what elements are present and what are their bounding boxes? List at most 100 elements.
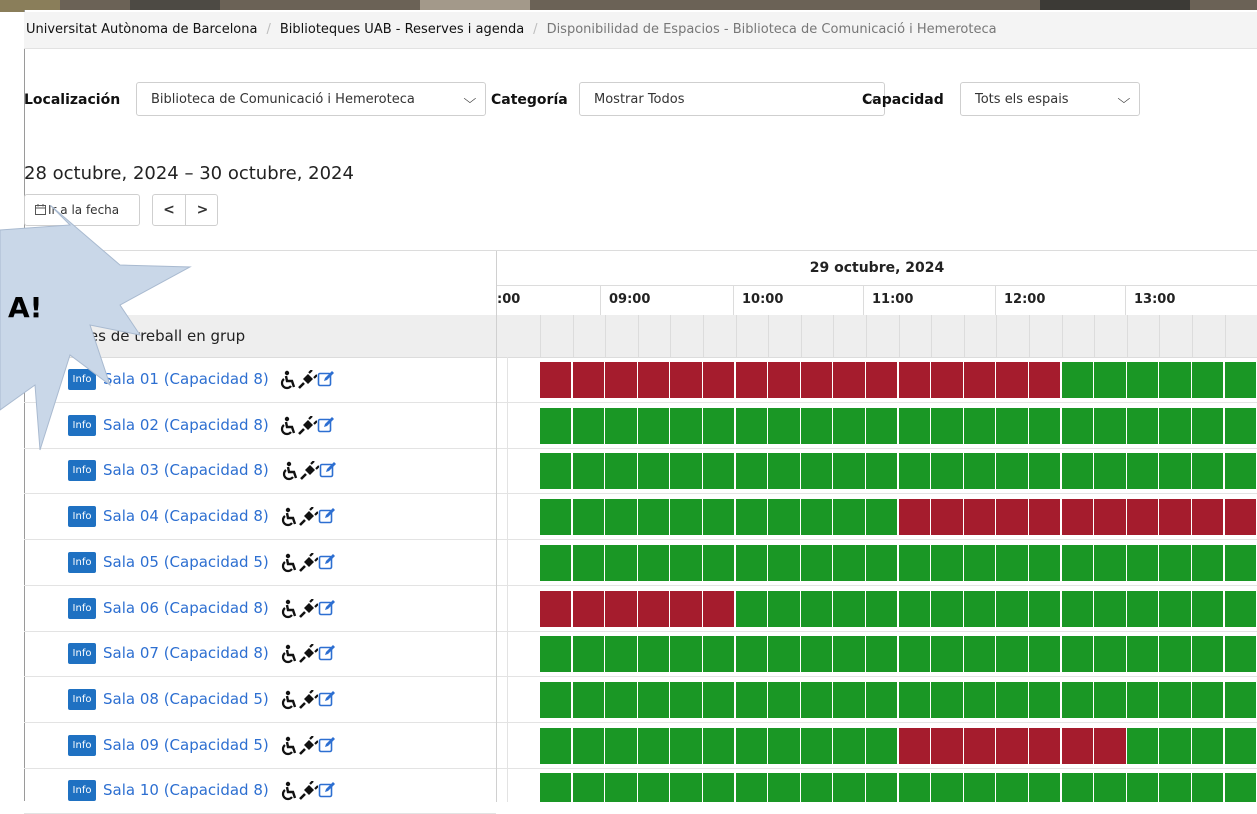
slot-available[interactable]: [1159, 727, 1191, 764]
slot-available[interactable]: [931, 590, 963, 627]
slot-available[interactable]: [866, 544, 898, 581]
info-button[interactable]: Info: [68, 688, 96, 710]
slot-available[interactable]: [931, 453, 963, 490]
slot-available[interactable]: [605, 407, 637, 444]
slot-available[interactable]: [540, 727, 572, 764]
slot-available[interactable]: [1094, 773, 1126, 802]
slot-available[interactable]: [1192, 681, 1224, 718]
slot-available[interactable]: [963, 681, 996, 718]
edit-icon[interactable]: [318, 781, 336, 803]
slot-available[interactable]: [1192, 636, 1224, 673]
breadcrumb-item-uab[interactable]: Universitat Autònoma de Barcelona: [26, 12, 257, 48]
slot-available[interactable]: [996, 590, 1028, 627]
slot-available[interactable]: [833, 773, 865, 802]
slot-available[interactable]: [703, 727, 735, 764]
slot-available[interactable]: [637, 773, 670, 802]
slot-available[interactable]: [963, 590, 996, 627]
slot-available[interactable]: [833, 727, 865, 764]
slot-available[interactable]: [735, 636, 767, 673]
slot-available[interactable]: [572, 499, 604, 536]
slot-available[interactable]: [768, 407, 800, 444]
slot-available[interactable]: [800, 544, 833, 581]
slot-available[interactable]: [1061, 453, 1093, 490]
slot-available[interactable]: [800, 590, 833, 627]
slot-available[interactable]: [735, 773, 767, 802]
slot-available[interactable]: [898, 453, 930, 490]
slot-available[interactable]: [1224, 636, 1256, 673]
slot-available[interactable]: [703, 773, 735, 802]
slot-available[interactable]: [866, 773, 898, 802]
slot-available[interactable]: [1094, 636, 1126, 673]
slot-available[interactable]: [1126, 362, 1159, 398]
slot-available[interactable]: [735, 681, 767, 718]
slot-available[interactable]: [1029, 453, 1061, 490]
slot-available[interactable]: [1159, 590, 1191, 627]
room-link[interactable]: Sala 06 (Capacidad 8): [103, 586, 269, 631]
slot-available[interactable]: [1029, 407, 1061, 444]
slot-available[interactable]: [931, 681, 963, 718]
room-link[interactable]: Sala 09 (Capacidad 5): [103, 723, 269, 768]
slot-available[interactable]: [963, 407, 996, 444]
info-button[interactable]: Info: [68, 597, 96, 619]
edit-icon[interactable]: [318, 736, 336, 758]
slot-available[interactable]: [670, 681, 702, 718]
slot-available[interactable]: [1224, 681, 1256, 718]
slot-available[interactable]: [1094, 681, 1126, 718]
slot-available[interactable]: [800, 499, 833, 536]
slot-available[interactable]: [898, 590, 930, 627]
slot-available[interactable]: [1159, 636, 1191, 673]
room-link[interactable]: Sala 04 (Capacidad 8): [103, 494, 269, 539]
slot-available[interactable]: [898, 636, 930, 673]
edit-icon[interactable]: [317, 416, 335, 438]
slot-available[interactable]: [800, 681, 833, 718]
slot-available[interactable]: [1159, 681, 1191, 718]
slot-available[interactable]: [735, 590, 767, 627]
slot-available[interactable]: [866, 590, 898, 627]
slot-available[interactable]: [800, 407, 833, 444]
info-button[interactable]: Info: [68, 460, 96, 482]
slot-available[interactable]: [1126, 727, 1159, 764]
edit-icon[interactable]: [319, 461, 337, 483]
slot-available[interactable]: [1094, 407, 1126, 444]
slot-available[interactable]: [1126, 544, 1159, 581]
slot-available[interactable]: [1029, 544, 1061, 581]
info-button[interactable]: Info: [68, 643, 96, 665]
slot-available[interactable]: [996, 773, 1028, 802]
slot-available[interactable]: [670, 544, 702, 581]
slot-available[interactable]: [996, 453, 1028, 490]
slot-available[interactable]: [572, 407, 604, 444]
slot-available[interactable]: [800, 773, 833, 802]
slot-available[interactable]: [605, 727, 637, 764]
slot-available[interactable]: [931, 773, 963, 802]
slot-available[interactable]: [1224, 453, 1256, 490]
slot-available[interactable]: [898, 681, 930, 718]
slot-available[interactable]: [540, 499, 572, 536]
slot-available[interactable]: [605, 499, 637, 536]
slot-available[interactable]: [1224, 544, 1256, 581]
slot-available[interactable]: [1126, 773, 1159, 802]
slot-available[interactable]: [996, 681, 1028, 718]
slot-available[interactable]: [1224, 727, 1256, 764]
slot-available[interactable]: [1192, 727, 1224, 764]
room-link[interactable]: Sala 07 (Capacidad 8): [103, 631, 269, 676]
slot-available[interactable]: [963, 544, 996, 581]
slot-available[interactable]: [931, 407, 963, 444]
slot-available[interactable]: [605, 636, 637, 673]
slot-available[interactable]: [768, 636, 800, 673]
slot-available[interactable]: [866, 407, 898, 444]
slot-available[interactable]: [670, 636, 702, 673]
slot-available[interactable]: [637, 499, 670, 536]
slot-available[interactable]: [540, 681, 572, 718]
slot-available[interactable]: [1094, 453, 1126, 490]
slot-available[interactable]: [1061, 362, 1093, 398]
slot-available[interactable]: [637, 453, 670, 490]
slot-available[interactable]: [637, 544, 670, 581]
slot-available[interactable]: [963, 453, 996, 490]
slot-available[interactable]: [605, 453, 637, 490]
breadcrumb-item-biblioteques[interactable]: Biblioteques UAB - Reserves i agenda: [280, 12, 524, 48]
slot-available[interactable]: [1126, 407, 1159, 444]
edit-icon[interactable]: [318, 507, 336, 529]
slot-available[interactable]: [898, 773, 930, 802]
slot-available[interactable]: [1094, 590, 1126, 627]
slot-available[interactable]: [1224, 362, 1256, 398]
